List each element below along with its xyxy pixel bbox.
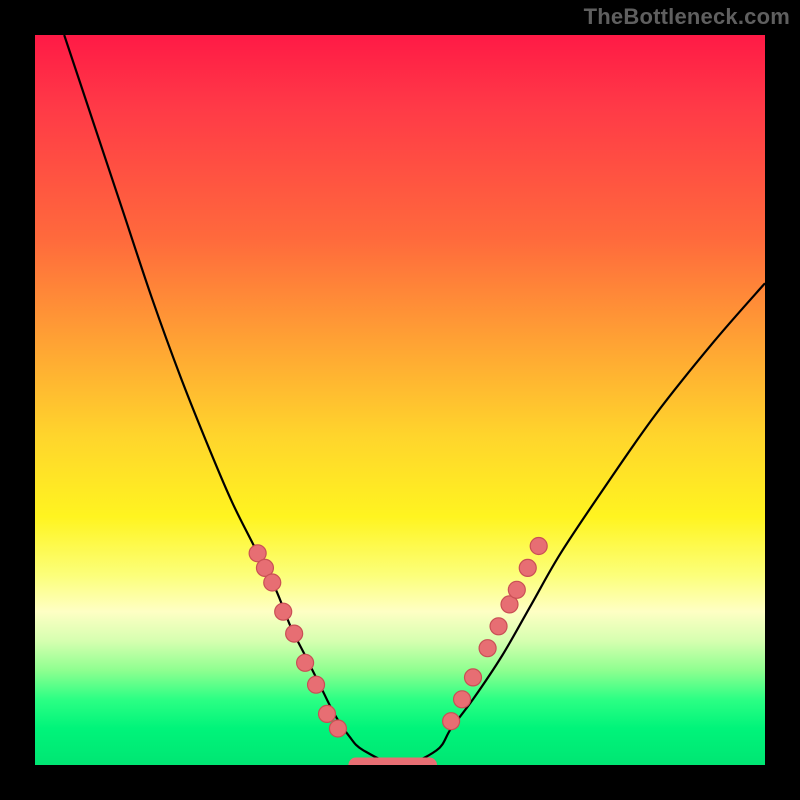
marker-right-7 (519, 559, 536, 576)
marker-left-7 (319, 705, 336, 722)
marker-left-2 (264, 574, 281, 591)
marker-right-8 (530, 538, 547, 555)
marker-right-2 (465, 669, 482, 686)
marker-right-1 (454, 691, 471, 708)
marker-left-5 (297, 654, 314, 671)
marker-right-0 (443, 713, 460, 730)
bottleneck-curve (64, 35, 765, 765)
plot-area (35, 35, 765, 765)
marker-right-6 (508, 581, 525, 598)
curve-layer (35, 35, 765, 765)
marker-left-3 (275, 603, 292, 620)
marker-right-4 (490, 618, 507, 635)
marker-left-6 (308, 676, 325, 693)
marker-left-4 (286, 625, 303, 642)
markers-left-group (249, 545, 346, 737)
marker-right-3 (479, 640, 496, 657)
optimal-range-bar (349, 758, 437, 765)
markers-right-group (443, 538, 548, 730)
marker-left-8 (329, 720, 346, 737)
watermark-text: TheBottleneck.com (584, 4, 790, 30)
chart-frame: TheBottleneck.com (0, 0, 800, 800)
